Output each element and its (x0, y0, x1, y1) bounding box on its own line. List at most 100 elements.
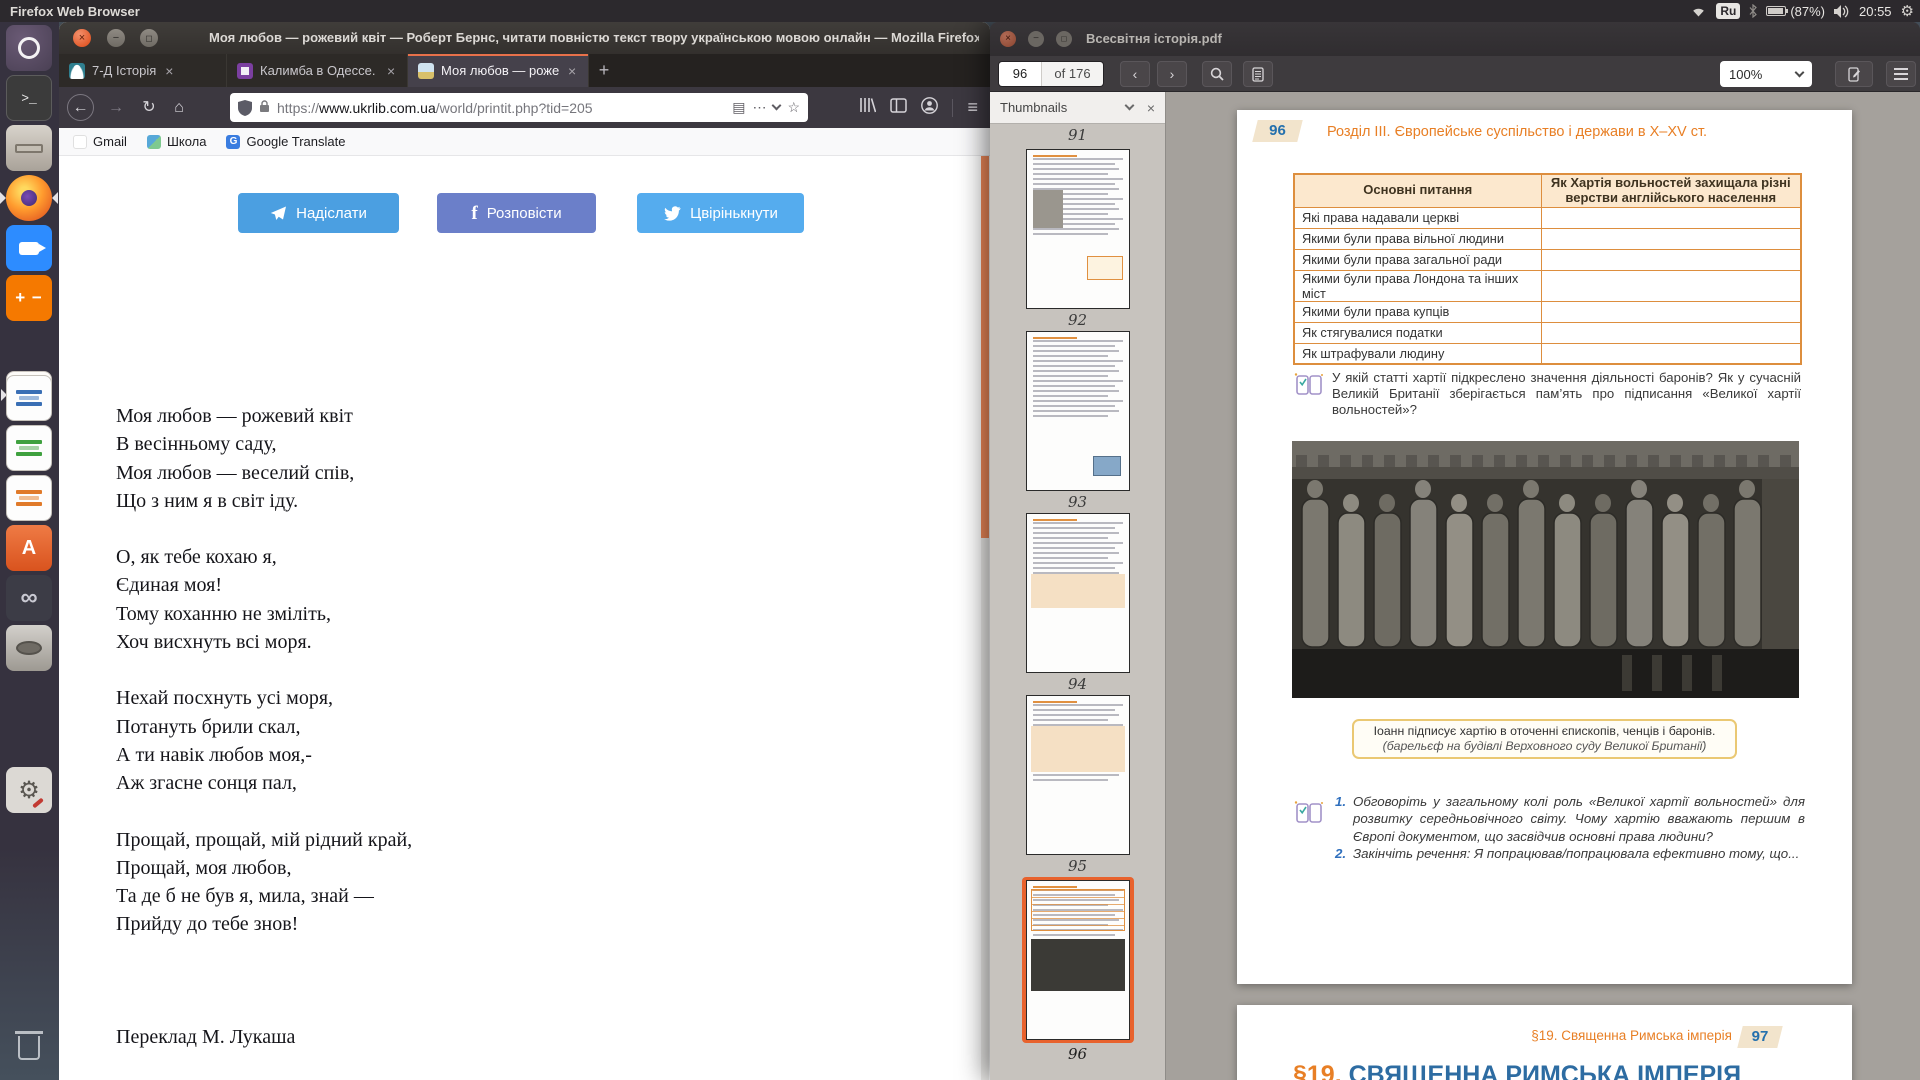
system-tray: Ru (87%) 20:55 ⚙ (1690, 0, 1914, 22)
minimize-button[interactable]: − (107, 29, 125, 47)
thumbnail-92[interactable] (1022, 149, 1134, 309)
sidebar-dropdown-icon[interactable] (1124, 101, 1134, 111)
sidebar-toggle-icon[interactable] (890, 98, 907, 118)
page-actions-icon[interactable]: ⋯ (752, 99, 766, 116)
bookmark-star-icon[interactable]: ☆ (787, 99, 800, 116)
bluetooth-icon[interactable] (1749, 4, 1757, 18)
share-button-telegram[interactable]: Надіслати (238, 193, 399, 233)
session-gear-icon[interactable]: ⚙ (1901, 2, 1914, 20)
poem-line: Та де б не був я, мила, знай — (116, 882, 412, 910)
pdf-viewer-window: × − ◻ Всесвітня історія.pdf 96 of 176 ‹ … (990, 22, 1920, 1080)
annotations-button[interactable] (1243, 61, 1273, 87)
table-question-cell: Якими були права вільної людини (1294, 228, 1541, 249)
pdf-titlebar[interactable]: × − ◻ Всесвітня історія.pdf (990, 22, 1920, 56)
thumbnail-95[interactable] (1022, 695, 1134, 855)
share-button-twitter[interactable]: Цвірінькнути (637, 193, 804, 233)
thumbnail-93[interactable] (1022, 331, 1134, 491)
page-number-input[interactable]: 96 (999, 62, 1041, 86)
running-indicator (0, 192, 6, 204)
reload-button[interactable]: ↻ (137, 94, 161, 121)
annotate-page-button[interactable] (1835, 61, 1873, 87)
url-text[interactable]: https://www.ukrlib.com.ua/world/printit.… (277, 100, 725, 116)
scrollbar-thumb[interactable] (981, 156, 989, 538)
launcher-item-libreoffice-impress[interactable] (6, 475, 52, 521)
menu-hamburger-icon[interactable]: ≡ (967, 97, 978, 118)
tab-1[interactable]: 7-Д Історія × (59, 54, 227, 87)
zoom-level-dropdown[interactable]: 100% (1720, 61, 1812, 87)
thumbnail-page-preview[interactable] (1026, 880, 1130, 1040)
new-tab-button[interactable]: + (589, 54, 619, 87)
launcher-item-calculator[interactable]: + − (6, 275, 52, 321)
close-button[interactable]: × (73, 29, 91, 47)
search-button[interactable] (1202, 61, 1232, 87)
launcher-item-libreoffice-calc[interactable] (6, 425, 52, 471)
thumbnail-page-preview[interactable] (1026, 331, 1130, 491)
focused-app-title: Firefox Web Browser (10, 4, 140, 19)
tab-close-icon[interactable]: × (568, 63, 576, 79)
tab-3[interactable]: Моя любов — рожевий× (408, 54, 589, 87)
close-button[interactable]: × (1000, 31, 1016, 47)
launcher-item-zoom-app[interactable] (6, 225, 52, 271)
url-bar[interactable]: https://www.ukrlib.com.ua/world/printit.… (230, 93, 808, 122)
thumbnail-94[interactable] (1022, 513, 1134, 673)
clock[interactable]: 20:55 (1859, 4, 1892, 19)
desktop: Firefox Web Browser Ru (87%) 20:55 ⚙ >_ +… (0, 0, 1920, 1080)
pocket-icon[interactable] (772, 101, 782, 111)
page-content: Надіслати fРозповісти Цвірінькнути Моя люб… (59, 156, 990, 1080)
poem-line: В весінньому саду, (116, 430, 412, 458)
poem-line: Моя любов — веселий спів, (116, 459, 412, 487)
tab-close-icon[interactable]: × (165, 63, 173, 79)
launcher-item-system-settings[interactable]: ⚙ (6, 767, 52, 813)
poem-text: Моя любов — рожевий квітВ весінньому сад… (116, 402, 412, 1051)
forward-button[interactable]: → (104, 94, 128, 121)
launcher-item-firefox[interactable] (6, 175, 52, 221)
volume-icon[interactable] (1834, 5, 1850, 18)
bookmark-gtranslate[interactable]: GGoogle Translate (226, 134, 345, 149)
firefox-titlebar[interactable]: × − ◻ Моя любов — рожевий квіт — Роберт … (59, 22, 990, 54)
minimize-button[interactable]: − (1028, 31, 1044, 47)
launcher-item-ubuntu-software[interactable]: A (6, 525, 52, 571)
school-icon (147, 135, 161, 149)
battery-indicator[interactable]: (87%) (1766, 4, 1825, 19)
page-number-badge: 97 (1737, 1026, 1782, 1048)
previous-page-button[interactable]: ‹ (1120, 61, 1150, 87)
home-button[interactable]: ⌂ (167, 94, 191, 121)
reader-mode-icon[interactable]: ▤ (732, 99, 745, 116)
library-icon[interactable] (859, 97, 876, 118)
back-button[interactable]: ← (67, 94, 94, 121)
launcher-item-emblem-app[interactable]: ∞ (6, 575, 52, 621)
thumbnail-label-91: 91 (990, 124, 1165, 146)
thumbnail-page-preview[interactable] (1026, 695, 1130, 855)
page-number-badge: 96 (1252, 120, 1302, 142)
account-icon[interactable] (921, 97, 938, 119)
https-lock-icon[interactable] (259, 100, 270, 116)
thumbnail-page-preview[interactable] (1026, 149, 1130, 309)
thumbnail-96-selected[interactable] (1022, 877, 1134, 1043)
pdf-page-view[interactable]: 96 Розділ ІІІ. Європейське суспільство і… (1166, 92, 1920, 1080)
poem-line: Прощай, моя любов, (116, 854, 412, 882)
sidebar-close-icon[interactable]: × (1147, 100, 1155, 116)
bookmark-school[interactable]: Школа (147, 134, 207, 149)
tracking-protection-shield-icon[interactable] (238, 100, 252, 116)
launcher-item-disks[interactable] (6, 625, 52, 671)
toolbar-separator (952, 99, 953, 117)
tab-close-icon[interactable]: × (387, 63, 395, 79)
maximize-button[interactable]: ◻ (1056, 31, 1072, 47)
launcher-item-ubuntu-dash[interactable] (6, 25, 52, 71)
launcher-item-libreoffice-writer[interactable] (6, 375, 52, 421)
launcher-item-terminal[interactable]: >_ (6, 75, 52, 121)
pdf-menu-hamburger-icon[interactable] (1886, 61, 1916, 87)
keyboard-layout-indicator[interactable]: Ru (1716, 3, 1740, 19)
tab-2[interactable]: Калимба в Одессе. Цен× (227, 54, 408, 87)
launcher-item-file-manager[interactable] (6, 125, 52, 171)
maximize-button[interactable]: ◻ (140, 29, 158, 47)
bookmark-gmail[interactable]: MGmail (73, 134, 127, 149)
thumbnail-page-preview[interactable] (1026, 513, 1130, 673)
wifi-icon[interactable] (1690, 5, 1707, 18)
launcher-item-trash[interactable] (6, 1025, 52, 1071)
poem-stanza-2: О, як тебе кохаю я,Єдиная моя!Тому кохан… (116, 543, 412, 656)
next-page-button[interactable]: › (1157, 61, 1187, 87)
poem-line: Прощай, прощай, мій рідний край, (116, 826, 412, 854)
share-button-facebook[interactable]: fРозповісти (437, 193, 596, 233)
tab-label: 7-Д Історія (92, 63, 156, 78)
